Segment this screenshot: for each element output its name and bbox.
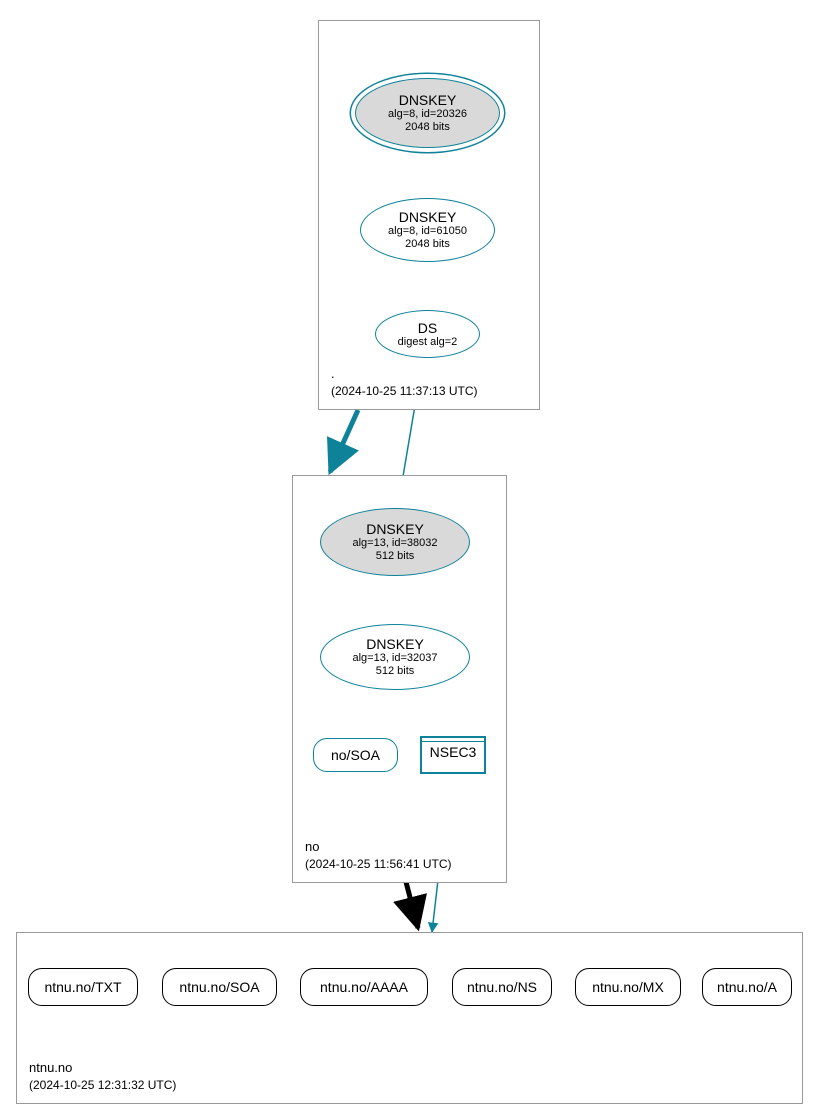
zone-root-name: . (331, 365, 478, 383)
root-dnskey-zsk-sub1: alg=8, id=61050 (388, 225, 467, 238)
no-dnskey-ksk-title: DNSKEY (366, 521, 424, 537)
root-dnskey-zsk: DNSKEY alg=8, id=61050 2048 bits (360, 198, 495, 262)
no-dnskey-ksk: DNSKEY alg=13, id=38032 512 bits (320, 508, 470, 576)
root-ds-title: DS (418, 320, 437, 336)
root-dnskey-zsk-title: DNSKEY (399, 209, 457, 225)
no-nsec3-record: NSEC3 (420, 736, 486, 774)
ntnu-record-mx: ntnu.no/MX (575, 968, 681, 1006)
ntnu-record-a: ntnu.no/A (702, 968, 792, 1006)
ntnu-record-ns-label: ntnu.no/NS (467, 979, 537, 995)
ntnu-record-aaaa-label: ntnu.no/AAAA (320, 979, 408, 995)
ntnu-record-soa: ntnu.no/SOA (162, 968, 277, 1006)
no-soa-record: no/SOA (313, 738, 398, 772)
no-dnskey-zsk-sub2: 512 bits (376, 665, 415, 678)
root-ds: DS digest alg=2 (375, 310, 480, 358)
zone-no-name: no (305, 838, 452, 856)
zone-no-label: no (2024-10-25 11:56:41 UTC) (305, 838, 452, 872)
zone-root-timestamp: (2024-10-25 11:37:13 UTC) (331, 383, 478, 399)
no-nsec3-record-label: NSEC3 (422, 741, 484, 760)
zone-root-label: . (2024-10-25 11:37:13 UTC) (331, 365, 478, 399)
ntnu-record-aaaa: ntnu.no/AAAA (300, 968, 428, 1006)
diagram-canvas: . (2024-10-25 11:37:13 UTC) DNSKEY alg=8… (0, 0, 819, 1094)
zone-no-timestamp: (2024-10-25 11:56:41 UTC) (305, 856, 452, 872)
ntnu-record-txt-label: ntnu.no/TXT (44, 979, 121, 995)
no-dnskey-ksk-sub1: alg=13, id=38032 (352, 537, 437, 550)
zone-ntnu-name: ntnu.no (29, 1059, 176, 1077)
zone-ntnu-timestamp: (2024-10-25 12:31:32 UTC) (29, 1077, 176, 1093)
zone-ntnu-label: ntnu.no (2024-10-25 12:31:32 UTC) (29, 1059, 176, 1093)
root-dnskey-ksk-sub1: alg=8, id=20326 (388, 108, 467, 121)
ntnu-record-ns: ntnu.no/NS (452, 968, 552, 1006)
root-dnskey-ksk-sub2: 2048 bits (405, 121, 450, 134)
ntnu-record-mx-label: ntnu.no/MX (592, 979, 664, 995)
no-soa-record-label: no/SOA (331, 747, 380, 763)
ntnu-record-txt: ntnu.no/TXT (28, 968, 138, 1006)
zone-ntnu: ntnu.no (2024-10-25 12:31:32 UTC) (16, 932, 803, 1104)
root-ds-sub1: digest alg=2 (398, 336, 458, 349)
no-dnskey-zsk: DNSKEY alg=13, id=32037 512 bits (320, 624, 470, 690)
no-dnskey-ksk-sub2: 512 bits (376, 550, 415, 563)
root-dnskey-ksk-title: DNSKEY (399, 92, 457, 108)
root-dnskey-ksk: DNSKEY alg=8, id=20326 2048 bits (355, 78, 500, 148)
ntnu-record-soa-label: ntnu.no/SOA (179, 979, 259, 995)
no-dnskey-zsk-sub1: alg=13, id=32037 (352, 652, 437, 665)
root-dnskey-zsk-sub2: 2048 bits (405, 238, 450, 251)
no-dnskey-zsk-title: DNSKEY (366, 636, 424, 652)
ntnu-record-a-label: ntnu.no/A (717, 979, 777, 995)
